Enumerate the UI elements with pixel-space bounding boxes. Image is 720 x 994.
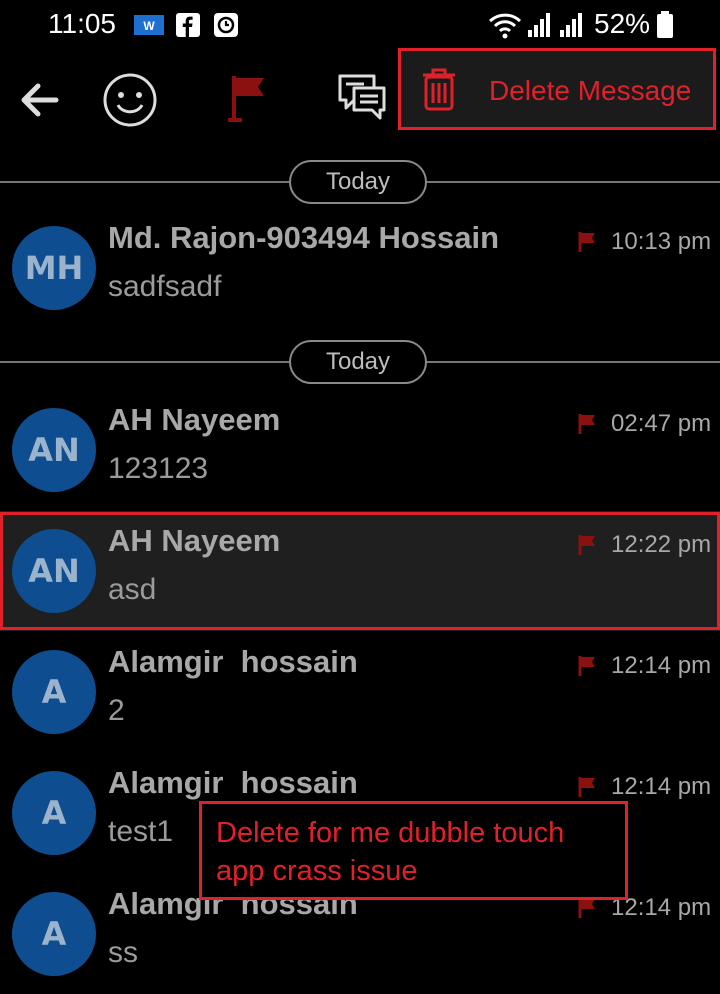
list-item-selected[interactable]: AN AH Nayeem asd 12:22 pm (0, 511, 720, 631)
flag-icon[interactable] (224, 72, 272, 129)
list-item[interactable]: A Alamgir hossain 2 12:14 pm (0, 632, 720, 752)
message-text: asd (108, 573, 157, 606)
message-time: 02:47 pm (611, 410, 712, 437)
avatar: AN (12, 408, 96, 492)
emoji-icon[interactable] (102, 72, 158, 133)
flag-icon[interactable] (576, 412, 598, 441)
sender-name: AH Nayeem (108, 402, 281, 437)
status-time: 11:05 (48, 8, 116, 39)
message-text: 2 (108, 694, 125, 727)
message-time: 10:13 pm (611, 228, 712, 255)
sender-name: Md. Rajon-903494 Hossain (108, 220, 500, 255)
annotation-line: app crass issue (216, 855, 418, 887)
status-bar: 11:05 W 52% (0, 0, 720, 50)
battery-percent: 52% (594, 8, 651, 39)
delete-message-menu[interactable]: Delete Message (398, 48, 716, 130)
date-pill: Today (289, 160, 427, 204)
flag-icon[interactable] (576, 533, 598, 562)
sender-name: Alamgir hossain (108, 644, 358, 679)
avatar: MH (12, 226, 96, 310)
message-text: sadfsadf (108, 270, 222, 303)
message-text: test1 (108, 815, 174, 848)
message-time: 12:14 pm (611, 773, 712, 800)
avatar: AN (12, 529, 96, 613)
avatar: A (12, 892, 96, 976)
back-arrow-icon[interactable] (16, 80, 60, 125)
clock-icon (214, 13, 238, 42)
trash-icon (419, 67, 459, 116)
avatar: A (12, 650, 96, 734)
flag-icon[interactable] (576, 230, 598, 259)
list-item[interactable]: MH Md. Rajon-903494 Hossain sadfsadf 10:… (0, 208, 720, 328)
avatar: A (12, 771, 96, 855)
delete-message-label: Delete Message (489, 75, 692, 106)
list-item[interactable]: AN AH Nayeem 123123 02:47 pm (0, 390, 720, 510)
flag-icon[interactable] (576, 654, 598, 683)
message-time: 12:14 pm (611, 652, 712, 679)
signal-icon (526, 12, 552, 43)
sender-name: AH Nayeem (108, 523, 281, 558)
annotation-line: Delete for me dubble touch (216, 817, 565, 849)
wifi-icon (488, 11, 522, 44)
battery-icon (656, 11, 674, 44)
annotation-callout: Delete for me dubble touch app crass iss… (199, 801, 628, 900)
message-text: ss (108, 936, 138, 969)
svg-text:W: W (143, 19, 155, 33)
chat-icon[interactable] (336, 72, 390, 129)
flag-icon[interactable] (576, 775, 598, 804)
signal-icon (558, 12, 584, 43)
flag-icon[interactable] (576, 896, 598, 925)
date-pill: Today (289, 340, 427, 384)
message-time: 12:22 pm (611, 531, 712, 558)
wps-icon: W (134, 14, 164, 41)
message-text: 123123 (108, 452, 209, 485)
sender-name: Alamgir hossain (108, 765, 358, 800)
facebook-icon (176, 13, 200, 42)
